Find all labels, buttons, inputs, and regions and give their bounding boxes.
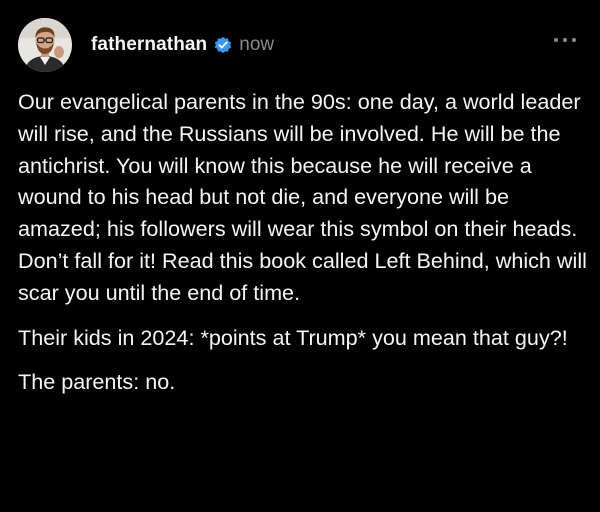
more-dot xyxy=(563,38,567,42)
post-body: Our evangelical parents in the 90s: one … xyxy=(18,86,588,411)
avatar[interactable] xyxy=(18,18,72,72)
post-header: fathernathan now xyxy=(18,18,274,72)
post-paragraph: Their kids in 2024: *points at Trump* yo… xyxy=(18,324,568,350)
more-options-icon[interactable] xyxy=(554,36,576,44)
more-dot xyxy=(572,38,576,42)
avatar-photo xyxy=(18,18,72,72)
post-paragraph: Our evangelical parents in the 90s: one … xyxy=(18,89,587,305)
post-timestamp: now xyxy=(239,34,275,55)
more-dot xyxy=(554,38,558,42)
thread-post: fathernathan now Our evangelical parents… xyxy=(0,0,600,512)
author-username[interactable]: fathernathan xyxy=(91,34,207,56)
verified-badge-icon xyxy=(213,35,233,55)
post-paragraph: The parents: no. xyxy=(18,369,176,395)
